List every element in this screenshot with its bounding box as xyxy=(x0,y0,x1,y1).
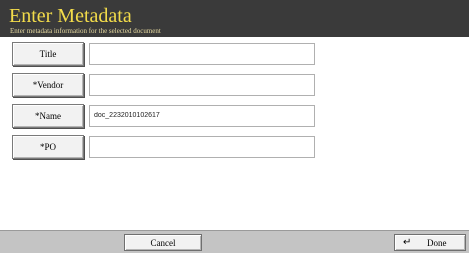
return-arrow-icon: ↵ xyxy=(403,237,412,248)
dialog-header: Enter Metadata Enter metadata informatio… xyxy=(0,0,469,37)
po-field-button[interactable]: *PO xyxy=(12,135,84,159)
vendor-field-button[interactable]: *Vendor xyxy=(12,73,84,97)
footer-bar: Cancel ↵ Done xyxy=(0,230,469,253)
cancel-button[interactable]: Cancel xyxy=(124,234,202,251)
title-input[interactable] xyxy=(89,43,315,65)
page-title: Enter Metadata xyxy=(9,5,132,27)
done-button[interactable]: ↵ Done xyxy=(394,234,466,251)
name-field-button[interactable]: *Name xyxy=(12,104,84,128)
vendor-input[interactable] xyxy=(89,74,315,96)
name-input[interactable] xyxy=(89,105,315,127)
po-input[interactable] xyxy=(89,136,315,158)
page-subtitle: Enter metadata information for the selec… xyxy=(10,27,161,35)
done-label: Done xyxy=(427,237,447,248)
title-field-button[interactable]: Title xyxy=(12,42,84,66)
